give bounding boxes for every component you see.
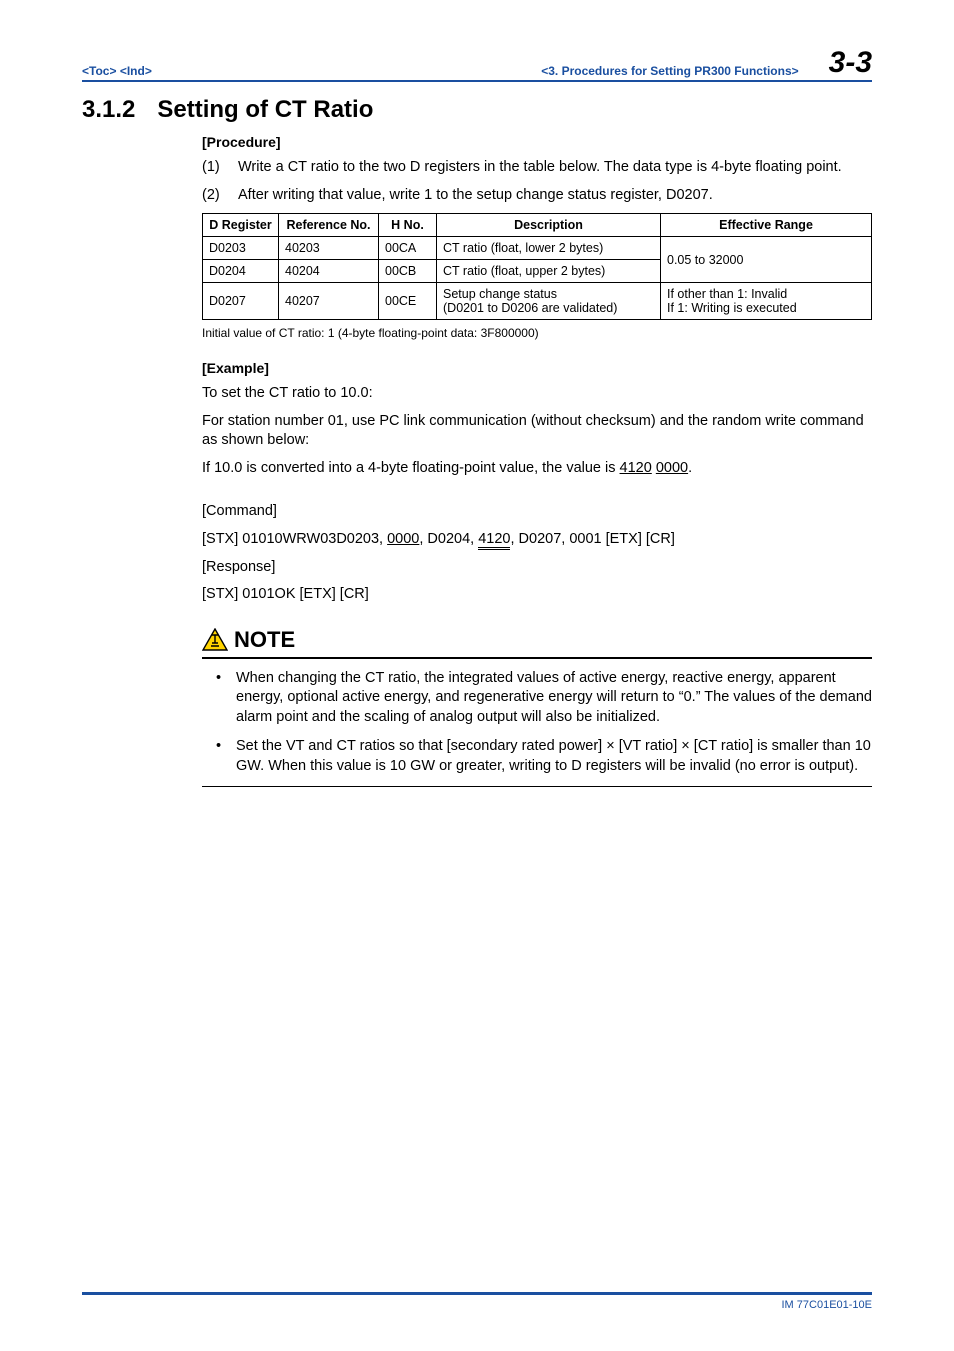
- page-header: <Toc> <Ind> <3. Procedures for Setting P…: [82, 48, 872, 82]
- text: , D0207, 0001 [ETX] [CR]: [510, 531, 674, 547]
- response-line: [STX] 0101OK [ETX] [CR]: [202, 585, 872, 605]
- note-block: NOTE • When changing the CT ratio, the i…: [202, 627, 872, 788]
- note-text: When changing the CT ratio, the integrat…: [236, 669, 872, 728]
- cell-range: If other than 1: Invalid If 1: Writing i…: [661, 283, 872, 320]
- caution-icon: [202, 628, 228, 652]
- cell-ref: 40203: [279, 237, 379, 260]
- response-label: [Response]: [202, 558, 872, 578]
- step-marker: (2): [202, 186, 238, 206]
- cell-ref: 40207: [279, 283, 379, 320]
- page-number: 3-3: [829, 48, 872, 78]
- cell-dreg: D0204: [203, 260, 279, 283]
- cell-dreg: D0207: [203, 283, 279, 320]
- divider: [202, 786, 872, 787]
- bullet-icon: •: [202, 669, 236, 728]
- value-underlined: 0000: [387, 531, 419, 547]
- example-label: [Example]: [202, 360, 872, 376]
- table-row: D0203 40203 00CA CT ratio (float, lower …: [203, 237, 872, 260]
- cell-hno: 00CB: [379, 260, 437, 283]
- text: .: [688, 460, 692, 476]
- cell-desc: CT ratio (float, lower 2 bytes): [437, 237, 661, 260]
- cell-hno: 00CE: [379, 283, 437, 320]
- example-text: If 10.0 is converted into a 4-byte float…: [202, 459, 872, 479]
- cell-desc: Setup change status (D0201 to D0206 are …: [437, 283, 661, 320]
- page-footer: IM 77C01E01-10E: [82, 1292, 872, 1311]
- text: [STX] 01010WRW03D0203,: [202, 531, 387, 547]
- procedure-label: [Procedure]: [202, 134, 872, 150]
- step-marker: (1): [202, 158, 238, 178]
- value-underlined: 0000: [656, 460, 688, 476]
- register-table: D Register Reference No. H No. Descripti…: [202, 213, 872, 320]
- table-header-row: D Register Reference No. H No. Descripti…: [203, 214, 872, 237]
- section-number: 3.1.2: [82, 96, 135, 124]
- divider: [202, 657, 872, 659]
- procedure-step: (2) After writing that value, write 1 to…: [202, 186, 872, 206]
- cell-ref: 40204: [279, 260, 379, 283]
- bullet-icon: •: [202, 737, 236, 776]
- cell-desc: CT ratio (float, upper 2 bytes): [437, 260, 661, 283]
- section-heading: 3.1.2 Setting of CT Ratio: [82, 96, 872, 124]
- doc-id: IM 77C01E01-10E: [82, 1299, 872, 1311]
- text: , D0204,: [419, 531, 478, 547]
- table-row: D0207 40207 00CE Setup change status (D0…: [203, 283, 872, 320]
- example-text: To set the CT ratio to 10.0:: [202, 384, 872, 404]
- command-line: [STX] 01010WRW03D0203, 0000, D0204, 4120…: [202, 530, 872, 550]
- step-text: After writing that value, write 1 to the…: [238, 186, 713, 206]
- th-desc: Description: [437, 214, 661, 237]
- note-item: • Set the VT and CT ratios so that [seco…: [202, 737, 872, 776]
- th-eff: Effective Range: [661, 214, 872, 237]
- note-text: Set the VT and CT ratios so that [second…: [236, 737, 872, 776]
- example-text: For station number 01, use PC link commu…: [202, 412, 872, 451]
- th-hno: H No.: [379, 214, 437, 237]
- toc-link[interactable]: <Toc>: [82, 64, 116, 78]
- value-underlined: 4120: [620, 460, 652, 476]
- value-double-underlined: 4120: [478, 531, 510, 550]
- procedure-step: (1) Write a CT ratio to the two D regist…: [202, 158, 872, 178]
- th-ref: Reference No.: [279, 214, 379, 237]
- cell-dreg: D0203: [203, 237, 279, 260]
- header-chapter: <3. Procedures for Setting PR300 Functio…: [152, 64, 829, 78]
- step-text: Write a CT ratio to the two D registers …: [238, 158, 842, 178]
- divider: [82, 1292, 872, 1295]
- text: If 10.0 is converted into a 4-byte float…: [202, 460, 620, 476]
- cell-hno: 00CA: [379, 237, 437, 260]
- note-title: NOTE: [234, 627, 295, 653]
- note-item: • When changing the CT ratio, the integr…: [202, 669, 872, 728]
- cell-range-shared: 0.05 to 32000: [661, 237, 872, 283]
- th-dreg: D Register: [203, 214, 279, 237]
- header-left: <Toc> <Ind>: [82, 64, 152, 78]
- section-title: Setting of CT Ratio: [157, 96, 373, 123]
- ind-link[interactable]: <Ind>: [120, 64, 152, 78]
- table-footnote: Initial value of CT ratio: 1 (4-byte flo…: [202, 326, 872, 340]
- command-label: [Command]: [202, 502, 872, 522]
